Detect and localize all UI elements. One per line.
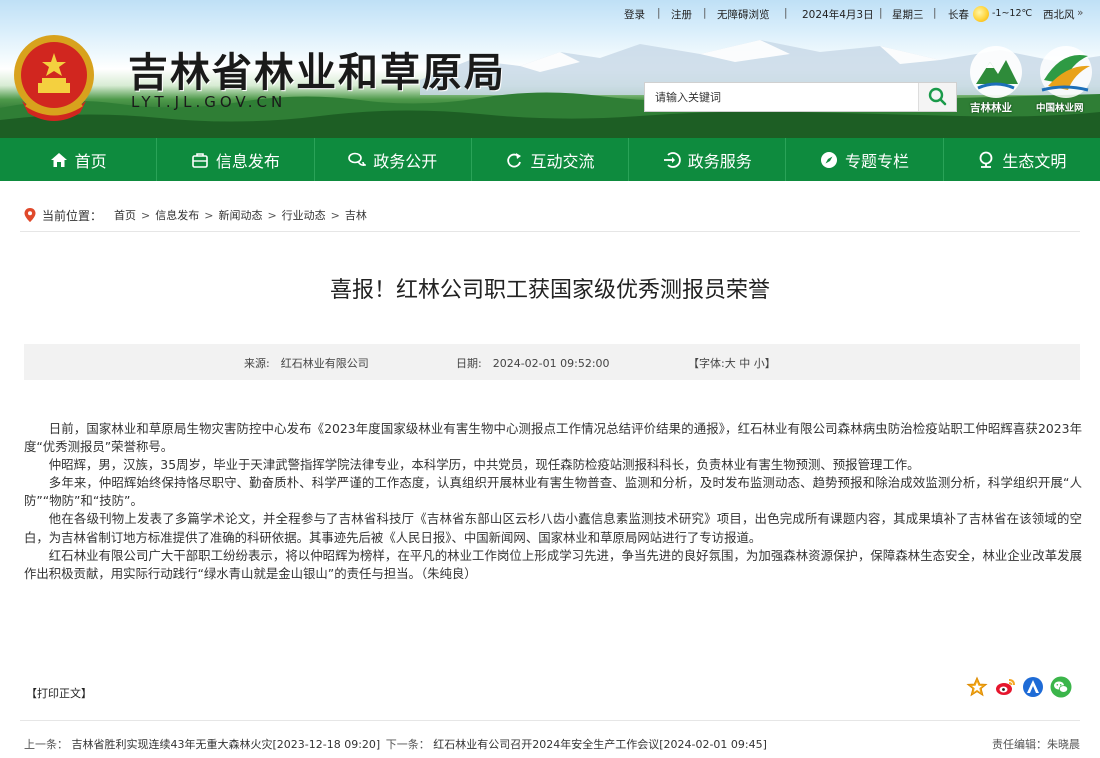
separator: | — [933, 7, 937, 19]
nav-item-label: 互动交流 — [530, 151, 595, 171]
sun-weather-icon — [973, 6, 989, 22]
wind-text: 西北风 — [1043, 9, 1075, 21]
favorite-star-icon[interactable] — [966, 676, 988, 698]
register-link[interactable]: 注册 — [671, 7, 692, 22]
article-paragraph: 仲昭辉，男，汉族，35周岁，毕业于天津武警指挥学院法律专业，本科学历，中共党员，… — [48, 457, 920, 473]
breadcrumb-info-release[interactable]: 信息发布 — [155, 207, 199, 223]
article-body: 日前，国家林业和草原局生物灾害防控中心发布《2023年度国家级林业有害生物中心测… — [24, 420, 1082, 583]
breadcrumb-jilin[interactable]: 吉林 — [345, 207, 367, 223]
article-source: 来源: 红石林业有限公司 — [244, 357, 369, 370]
nav-item-home[interactable]: 首页 — [0, 138, 158, 181]
nav-item-gov-service[interactable]: 政务服务 — [629, 138, 787, 181]
separator: | — [657, 7, 661, 19]
separator: | — [703, 7, 707, 19]
site-url: LYT.JL.GOV.CN — [131, 93, 287, 111]
next-label: 下一条： — [385, 738, 430, 751]
breadcrumb-home[interactable]: 首页 — [114, 207, 136, 223]
briefcase-icon — [192, 152, 208, 168]
weekday-text: 星期三 — [892, 9, 924, 21]
nav-item-label: 首页 — [74, 151, 107, 171]
article-title: 喜报！红林公司职工获国家级优秀测报员荣誉 — [329, 278, 770, 303]
login-arrow-icon — [663, 151, 681, 168]
map-pin-icon — [979, 151, 993, 168]
nav-item-gov-affairs[interactable]: 政务公开 — [315, 138, 472, 181]
divider — [20, 720, 1080, 721]
breadcrumb: 当前位置： 首页 > 信息发布 > 新闻动态 > 行业动态 > 吉林 — [24, 207, 367, 223]
print-article-link[interactable]: 【打印正文】 — [26, 685, 92, 701]
people-daily-share-icon[interactable] — [1022, 676, 1044, 698]
weibo-icon[interactable] — [994, 676, 1016, 698]
article-paragraph: 多年来，仲昭辉始终保持恪尽职守、勤奋质朴、科学严谨的工作态度，认真组织开展林业有… — [24, 475, 1082, 509]
separator: | — [784, 7, 788, 19]
prev-article-link[interactable]: 吉林省胜利实现连续43年无重大森林火灾[2023-12-18 09:20] — [72, 738, 381, 751]
divider — [20, 231, 1080, 232]
nav-item-info-release[interactable]: 信息发布 — [157, 138, 315, 181]
site-title: 吉林省林业和草原局 — [128, 49, 506, 96]
breadcrumb-news[interactable]: 新闻动态 — [218, 207, 262, 223]
search-input[interactable] — [645, 83, 917, 111]
jilin-forestry-label[interactable]: 吉林林业 — [970, 100, 1012, 115]
breadcrumb-label: 当前位置： — [42, 208, 103, 223]
article-date: 日期: 2024-02-01 09:52:00 — [456, 357, 610, 370]
article-paragraph: 他在各级刊物上发表了多篇学术论文，并全程参与了吉林省科技厅《吉林省东部山区云杉八… — [24, 511, 1082, 545]
wechat-icon[interactable] — [1050, 676, 1072, 698]
national-emblem-icon — [14, 35, 94, 121]
refresh-icon — [507, 152, 522, 167]
nav-item-label: 政务公开 — [373, 151, 438, 171]
separator: | — [879, 7, 883, 19]
location-pin-icon — [24, 208, 36, 222]
breadcrumb-separator: > — [204, 208, 214, 222]
search-button[interactable] — [918, 83, 956, 111]
chevron-right-icon[interactable]: » — [1077, 7, 1083, 19]
nav-item-label: 政务服务 — [687, 151, 752, 171]
breadcrumb-separator: > — [330, 208, 340, 222]
nav-item-interaction[interactable]: 互动交流 — [472, 138, 630, 181]
date-text: 2024年4月3日 — [802, 9, 874, 21]
share-bar — [966, 676, 1072, 698]
breadcrumb-separator: > — [141, 208, 151, 222]
china-forestry-net-label[interactable]: 中国林业网 — [1036, 100, 1084, 114]
nav-item-special-topics[interactable]: 专题专栏 — [786, 138, 944, 181]
chat-bubbles-icon — [348, 152, 367, 166]
search-box — [644, 82, 957, 112]
responsible-editor: 责任编辑：朱晓晨 — [992, 738, 1080, 751]
nav-item-eco-civilization[interactable]: 生态文明 — [944, 138, 1100, 181]
nav-item-label: 信息发布 — [215, 151, 280, 171]
login-link[interactable]: 登录 — [624, 7, 645, 22]
city-text: 长春 — [948, 9, 969, 21]
top-utility-bar: 登录 | 注册 | 无障碍浏览 | 2024年4月3日 | 星期三 | 长春 -… — [0, 7, 1100, 23]
font-size-control[interactable]: 【字体:大 中 小】 — [688, 355, 776, 371]
home-icon — [50, 152, 67, 167]
next-article-link[interactable]: 红石林业有公司召开2024年安全生产工作会议[2024-02-01 09:45] — [433, 738, 767, 751]
prev-next-nav: 上一条： 吉林省胜利实现连续43年无重大森林火灾[2023-12-18 09:2… — [24, 736, 767, 752]
search-icon — [928, 87, 947, 106]
article-paragraph: 日前，国家林业和草原局生物灾害防控中心发布《2023年度国家级林业有害生物中心测… — [24, 421, 1082, 455]
breadcrumb-industry[interactable]: 行业动态 — [282, 207, 326, 223]
article-paragraph: 红石林业有限公司广大干部职工纷纷表示，将以仲昭辉为榜样，在平凡的林业工作岗位上形… — [24, 547, 1082, 581]
prev-label: 上一条： — [24, 738, 68, 751]
breadcrumb-separator: > — [267, 208, 277, 222]
temperature-text: -1~12℃ — [992, 8, 1033, 19]
compass-icon — [821, 151, 838, 168]
nav-item-label: 生态文明 — [1002, 151, 1067, 171]
nav-item-label: 专题专栏 — [845, 151, 910, 171]
site-header: 登录 | 注册 | 无障碍浏览 | 2024年4月3日 | 星期三 | 长春 -… — [0, 0, 1100, 138]
main-nav: 首页 信息发布 政务公开 互动交流 政务服务 专题专栏 生态文明 — [0, 138, 1100, 181]
article-meta-bar: 来源: 红石林业有限公司 日期: 2024-02-01 09:52:00 【字体… — [24, 344, 1080, 380]
accessible-link[interactable]: 无障碍浏览 — [717, 7, 770, 22]
